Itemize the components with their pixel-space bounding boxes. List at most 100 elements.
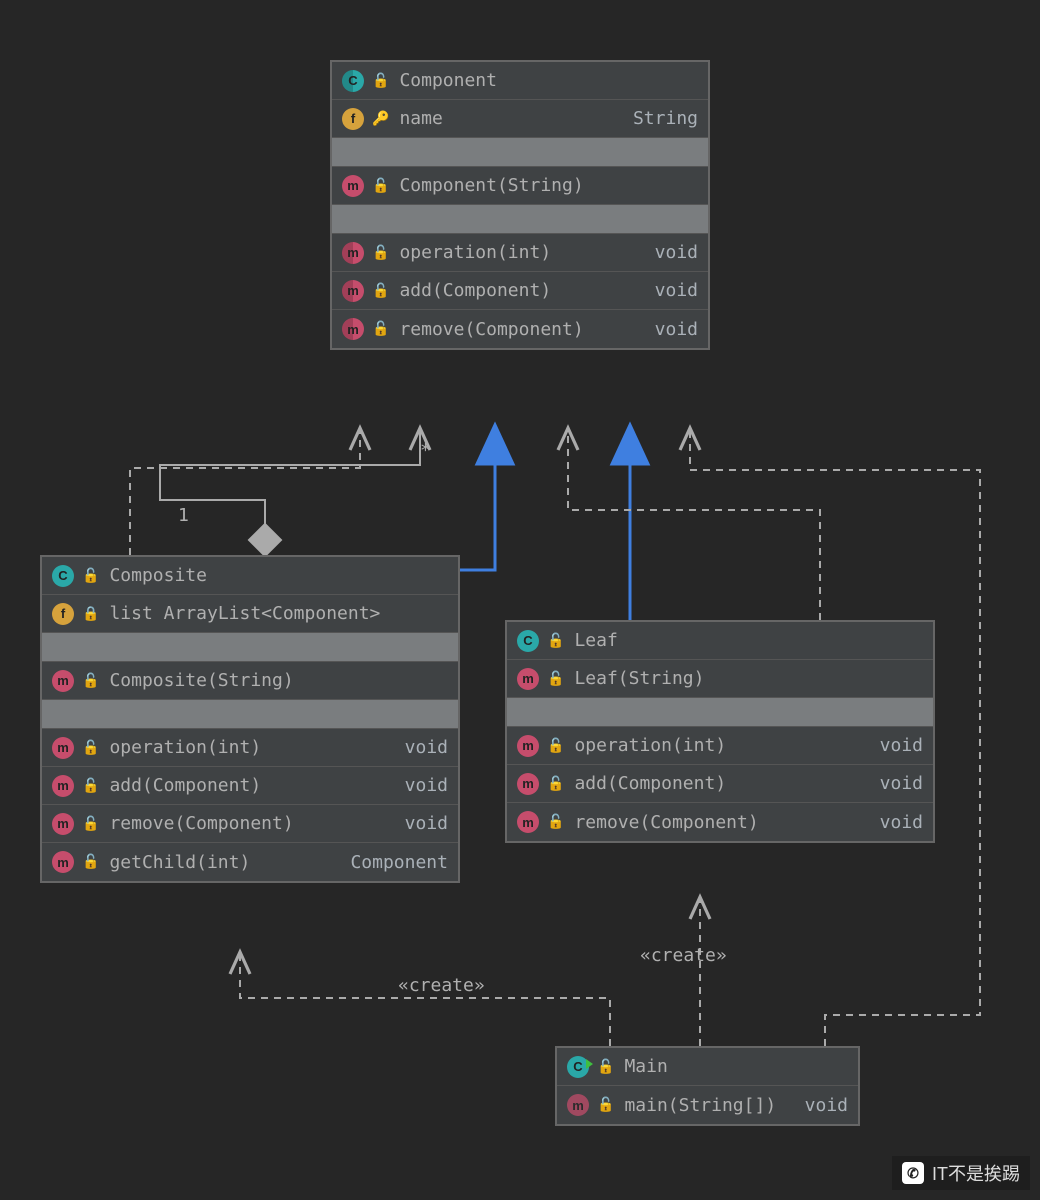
method-ret: void <box>805 1095 848 1116</box>
class-name: Leaf <box>574 630 923 651</box>
class-name: Composite <box>109 565 448 586</box>
lock-icon: 🔓 <box>547 814 564 830</box>
method-ret: void <box>655 280 698 301</box>
class-icon-runnable: C <box>567 1056 589 1078</box>
method-icon: m <box>52 813 74 835</box>
method-row: m 🔓 add(Component) void <box>507 765 933 803</box>
class-title-row: C 🔓 Composite <box>42 557 458 595</box>
method-icon: m <box>517 668 539 690</box>
method-icon: m <box>517 773 539 795</box>
method-ret: void <box>880 773 923 794</box>
class-component[interactable]: C 🔓 Component f 🔑 name String m 🔓 Compon… <box>330 60 710 350</box>
method-sig: operation(int) <box>574 735 869 756</box>
method-sig: getChild(int) <box>109 852 340 873</box>
method-ret: void <box>880 735 923 756</box>
method-sig: add(Component) <box>109 775 394 796</box>
method-icon: m <box>52 737 74 759</box>
method-ret: void <box>405 813 448 834</box>
lock-icon: 🔓 <box>372 178 389 194</box>
method-icon: m <box>342 242 364 264</box>
field-name: name <box>399 108 623 129</box>
method-icon: m <box>517 811 539 833</box>
method-row: m 🔓 operation(int) void <box>42 729 458 767</box>
ctor-sig: Leaf(String) <box>574 668 923 689</box>
section-spacer <box>332 138 708 167</box>
section-spacer <box>42 700 458 729</box>
watermark: ✆ IT不是挨踢 <box>892 1156 1030 1190</box>
lock-icon: 🔓 <box>372 321 389 337</box>
class-title-row: C 🔓 Component <box>332 62 708 100</box>
private-lock-icon: 🔒 <box>82 606 99 622</box>
section-spacer <box>42 633 458 662</box>
method-ret: void <box>880 812 923 833</box>
class-title-row: C 🔓 Leaf <box>507 622 933 660</box>
ctor-sig: Component(String) <box>399 175 698 196</box>
field-type: String <box>633 108 698 129</box>
method-row: m 🔓 main(String[]) void <box>557 1086 858 1124</box>
method-icon: m <box>52 670 74 692</box>
method-row: m 🔓 operation(int) void <box>332 234 708 272</box>
ctor-row: m 🔓 Component(String) <box>332 167 708 205</box>
lock-icon: 🔓 <box>82 673 99 689</box>
method-sig: remove(Component) <box>574 812 869 833</box>
method-ret: void <box>405 775 448 796</box>
method-row: m 🔓 remove(Component) void <box>42 805 458 843</box>
create-label-leaf: «create» <box>640 945 727 966</box>
field-row: f 🔑 name String <box>332 100 708 138</box>
lock-icon: 🔓 <box>82 568 99 584</box>
method-row: m 🔓 add(Component) void <box>332 272 708 310</box>
ctor-row: m 🔓 Composite(String) <box>42 662 458 700</box>
wechat-icon: ✆ <box>902 1162 924 1184</box>
field-name: list ArrayList<Component> <box>109 603 448 624</box>
lock-icon: 🔓 <box>597 1097 614 1113</box>
section-spacer <box>332 205 708 234</box>
lock-icon: 🔓 <box>82 854 99 870</box>
class-icon: C <box>342 70 364 92</box>
aggregation-label-1: 1 <box>178 505 189 526</box>
method-ret: void <box>405 737 448 758</box>
method-icon: m <box>342 280 364 302</box>
method-sig: operation(int) <box>399 242 644 263</box>
method-sig: remove(Component) <box>109 813 394 834</box>
method-sig: main(String[]) <box>624 1095 794 1116</box>
method-sig: add(Component) <box>574 773 869 794</box>
section-spacer <box>507 698 933 727</box>
class-composite[interactable]: C 🔓 Composite f 🔒 list ArrayList<Compone… <box>40 555 460 883</box>
method-ret: void <box>655 319 698 340</box>
aggregation-label-star: * <box>420 440 431 461</box>
lock-icon: 🔓 <box>547 738 564 754</box>
class-main[interactable]: C 🔓 Main m 🔓 main(String[]) void <box>555 1046 860 1126</box>
method-row: m 🔓 getChild(int) Component <box>42 843 458 881</box>
lock-icon: 🔓 <box>82 740 99 756</box>
lock-icon: 🔓 <box>372 73 389 89</box>
ctor-row: m 🔓 Leaf(String) <box>507 660 933 698</box>
method-row: m 🔓 remove(Component) void <box>332 310 708 348</box>
method-icon: m <box>52 775 74 797</box>
lock-icon: 🔓 <box>547 633 564 649</box>
class-name: Component <box>399 70 698 91</box>
lock-icon: 🔓 <box>82 778 99 794</box>
class-name: Main <box>624 1056 848 1077</box>
watermark-text: IT不是挨踢 <box>932 1160 1020 1186</box>
lock-icon: 🔓 <box>597 1059 614 1075</box>
method-row: m 🔓 add(Component) void <box>42 767 458 805</box>
lock-icon: 🔓 <box>547 671 564 687</box>
lock-icon: 🔓 <box>82 816 99 832</box>
class-leaf[interactable]: C 🔓 Leaf m 🔓 Leaf(String) m 🔓 operation(… <box>505 620 935 843</box>
method-ret: void <box>655 242 698 263</box>
class-icon: C <box>517 630 539 652</box>
method-icon: m <box>567 1094 589 1116</box>
method-ret: Component <box>350 852 448 873</box>
field-row: f 🔒 list ArrayList<Component> <box>42 595 458 633</box>
lock-icon: 🔓 <box>547 776 564 792</box>
class-title-row: C 🔓 Main <box>557 1048 858 1086</box>
ctor-sig: Composite(String) <box>109 670 448 691</box>
method-sig: add(Component) <box>399 280 644 301</box>
run-triangle-icon <box>586 1059 593 1069</box>
method-icon: m <box>342 175 364 197</box>
method-icon: m <box>52 851 74 873</box>
field-icon: f <box>52 603 74 625</box>
method-sig: remove(Component) <box>399 319 644 340</box>
key-icon: 🔑 <box>372 111 389 127</box>
method-icon: m <box>517 735 539 757</box>
